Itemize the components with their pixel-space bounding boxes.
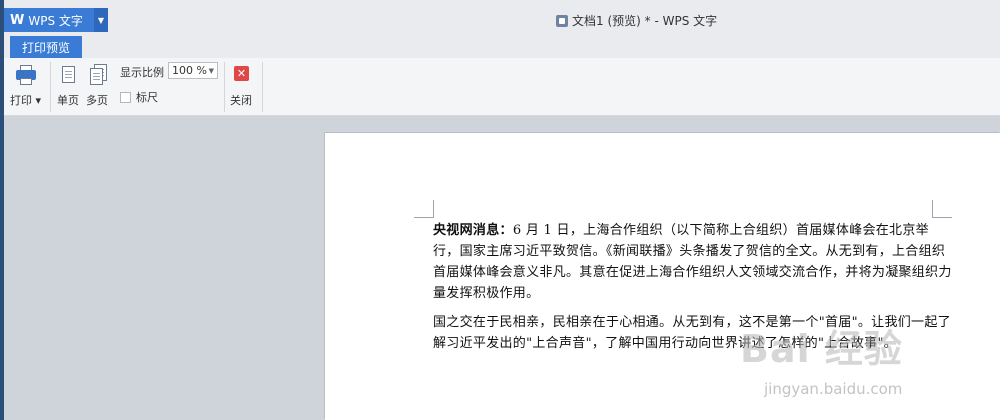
document-icon: [556, 14, 568, 27]
print-label: 打印 ▾: [10, 94, 42, 107]
ruler-checkbox-row[interactable]: 标尺: [120, 89, 158, 105]
single-page-label: 单页: [57, 94, 79, 107]
margin-corner-mark: [932, 200, 952, 218]
title-bar: [0, 0, 1000, 36]
ruler-label: 标尺: [136, 91, 158, 104]
app-menu-dropdown-button[interactable]: ▼: [94, 8, 108, 32]
ribbon-tab-row: 打印预览: [4, 36, 1000, 58]
multi-page-icon: [86, 64, 108, 86]
lead-bold-text: 央视网消息：: [433, 223, 513, 238]
multi-page-button[interactable]: 多页: [86, 64, 108, 108]
margin-corner-mark: [414, 200, 434, 218]
window-title-text: 文档1 (预览) * - WPS 文字: [572, 14, 718, 28]
app-menu-button[interactable]: W WPS 文字: [4, 8, 94, 32]
ruler-checkbox[interactable]: [120, 91, 131, 103]
divider: [262, 62, 263, 112]
close-preview-button[interactable]: ✕ 关闭: [230, 64, 252, 108]
app-name: WPS 文字: [28, 13, 83, 28]
close-label: 关闭: [230, 94, 252, 107]
divider: [224, 62, 225, 112]
window-title: 文档1 (预览) * - WPS 文字: [556, 12, 717, 29]
chevron-down-icon: ▼: [97, 15, 105, 25]
printer-icon: [15, 64, 37, 86]
single-page-icon: [57, 64, 79, 86]
tab-print-preview[interactable]: 打印预览: [10, 36, 82, 58]
document-paragraph: 央视网消息：6 月 1 日，上海合作组织（以下简称上合组织）首届媒体峰会在北京举…: [433, 220, 953, 304]
wps-logo-icon: W: [10, 12, 25, 28]
zoom-label: 显示比例: [120, 66, 164, 79]
chevron-down-icon: ▼: [208, 66, 214, 75]
print-button[interactable]: 打印 ▾: [10, 64, 41, 108]
zoom-value: 100 %: [172, 64, 207, 77]
watermark-url: jingyan.baidu.com: [764, 380, 903, 398]
zoom-select[interactable]: 100 % ▼: [168, 62, 218, 79]
close-icon: ✕: [230, 64, 252, 86]
watermark-logo: Bai 经验: [740, 327, 903, 371]
divider: [50, 62, 51, 112]
single-page-button[interactable]: 单页: [57, 64, 79, 108]
multi-page-label: 多页: [86, 94, 108, 107]
